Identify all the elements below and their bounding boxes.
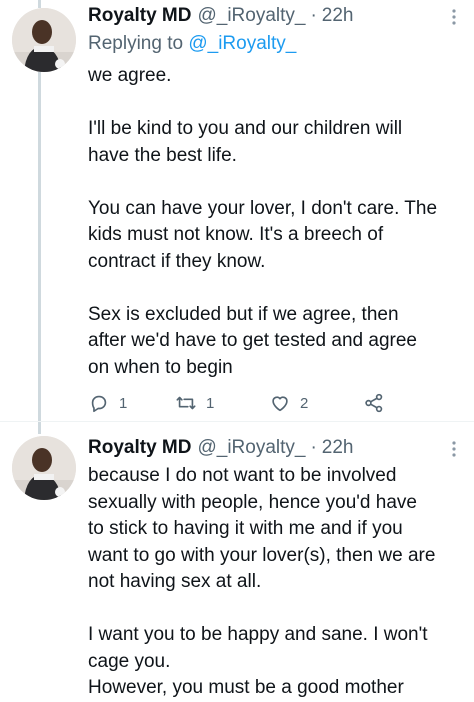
- thread-line-top: [38, 0, 41, 8]
- display-name[interactable]: Royalty MD: [88, 3, 191, 29]
- tweet-header: Royalty MD @_iRoyalty_ · 22h: [88, 435, 464, 461]
- more-vertical-icon[interactable]: [444, 439, 464, 459]
- share-icon: [363, 392, 385, 414]
- replying-prefix: Replying to: [88, 33, 189, 54]
- reply-count: 1: [119, 394, 128, 412]
- tweet-text: we agree. I'll be kind to you and our ch…: [88, 65, 438, 378]
- thread-connector: [38, 72, 41, 434]
- timestamp[interactable]: 22h: [322, 435, 354, 461]
- avatar[interactable]: [12, 436, 76, 500]
- retweet-button[interactable]: 1: [175, 392, 269, 414]
- like-button[interactable]: 2: [269, 392, 363, 414]
- tweet-header: Royalty MD @_iRoyalty_ · 22h: [88, 3, 464, 29]
- reply-button[interactable]: 1: [88, 392, 175, 414]
- user-handle[interactable]: @_iRoyalty_: [197, 3, 305, 29]
- timestamp[interactable]: 22h: [322, 3, 354, 29]
- tweet-2[interactable]: Royalty MD @_iRoyalty_ · 22h because I d…: [88, 435, 464, 702]
- tweet-actions: 1 1 2: [88, 392, 385, 414]
- separator-dot: ·: [310, 5, 317, 26]
- retweet-count: 1: [206, 394, 215, 412]
- retweet-icon: [175, 392, 197, 414]
- user-handle[interactable]: @_iRoyalty_: [197, 435, 305, 461]
- share-button[interactable]: [363, 392, 385, 414]
- display-name[interactable]: Royalty MD: [88, 435, 191, 461]
- tweet-1[interactable]: Royalty MD @_iRoyalty_ · 22h Replying to…: [88, 3, 464, 381]
- reply-icon: [88, 392, 110, 414]
- replying-to: Replying to @_iRoyalty_: [88, 31, 464, 57]
- replying-to-mention[interactable]: @_iRoyalty_: [188, 33, 296, 54]
- avatar[interactable]: [12, 8, 76, 72]
- tweet-text: because I do not want to be involved sex…: [88, 465, 436, 698]
- tweet-divider: [0, 421, 474, 422]
- separator-dot: ·: [310, 437, 317, 458]
- heart-icon: [269, 392, 291, 414]
- more-vertical-icon[interactable]: [444, 7, 464, 27]
- like-count: 2: [300, 394, 309, 412]
